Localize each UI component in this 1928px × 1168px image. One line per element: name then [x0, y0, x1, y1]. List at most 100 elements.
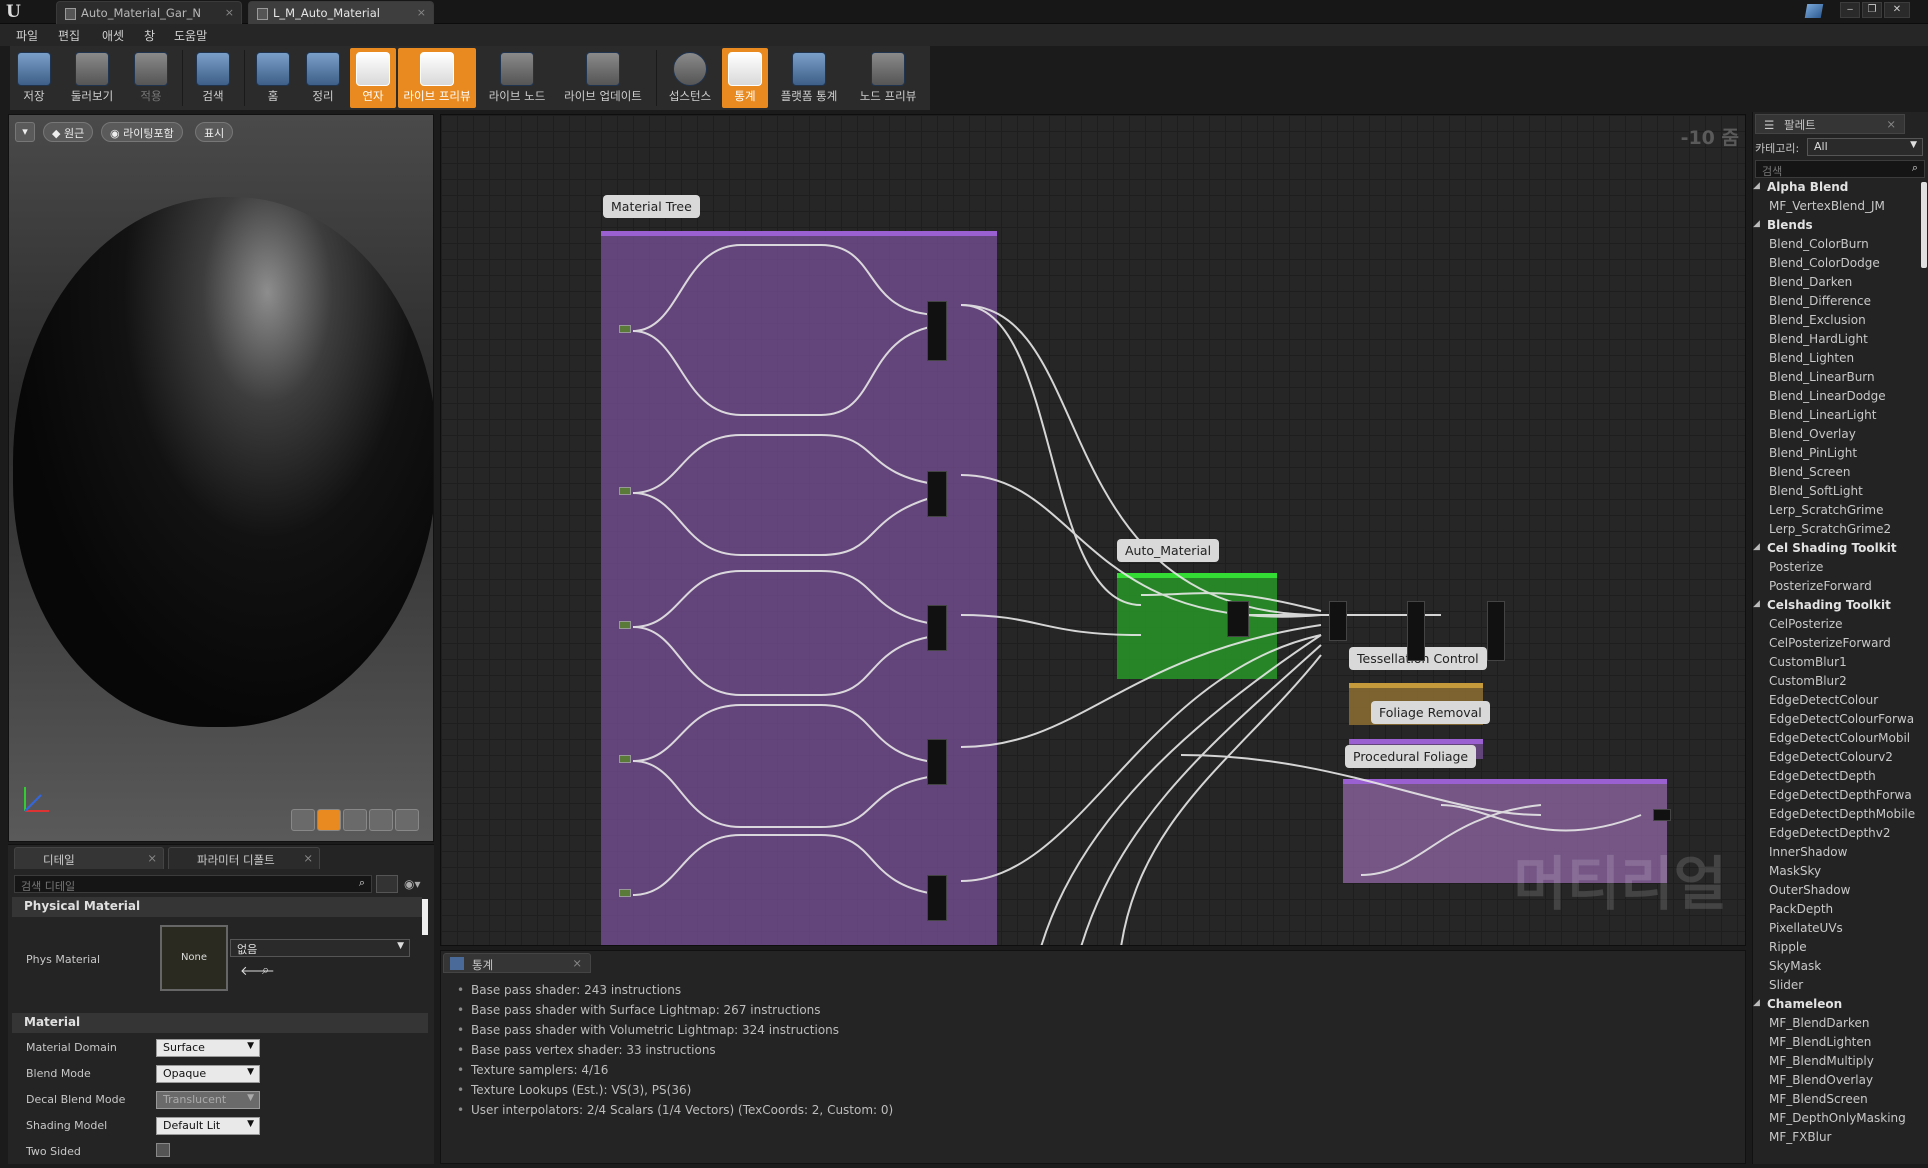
phys-material-thumbnail[interactable]: None [160, 925, 228, 991]
graph-node[interactable] [619, 487, 631, 495]
palette-item[interactable]: Lerp_ScratchGrime2 [1769, 522, 1891, 536]
material-category[interactable]: Material [12, 1013, 428, 1033]
view-options-icon[interactable] [376, 875, 398, 893]
palette-item[interactable]: MF_BlendScreen [1769, 1092, 1868, 1106]
palette-item[interactable]: SkyMask [1769, 959, 1821, 973]
tab-palette[interactable]: ☰ 팔레트 × [1755, 114, 1905, 134]
source-control-icon[interactable] [1804, 4, 1824, 18]
close-icon[interactable]: × [225, 6, 234, 19]
expand-arrow-icon[interactable]: ◢ [1753, 599, 1760, 609]
palette-item[interactable]: EdgeDetectColourMobil [1769, 731, 1910, 745]
graph-node[interactable] [619, 755, 631, 763]
tab-auto-material-gar-n[interactable]: Auto_Material_Gar_N × [56, 1, 242, 24]
palette-category[interactable]: Blends [1757, 218, 1813, 232]
palette-search-input[interactable]: 검색 ⌕ [1755, 160, 1925, 178]
live-update-button[interactable]: 라이브 업데이트 [558, 48, 648, 108]
palette-item[interactable]: PosterizeForward [1769, 579, 1872, 593]
palette-item[interactable]: Blend_Difference [1769, 294, 1871, 308]
tab-parameter-defaults[interactable]: 파라미터 디폴트 × [168, 847, 320, 869]
viewport-options-button[interactable]: ▾ [15, 122, 35, 142]
palette-item[interactable]: EdgeDetectColourForwa [1769, 712, 1914, 726]
palette-item[interactable]: Posterize [1769, 560, 1823, 574]
shading-model-dropdown[interactable]: Default Lit ▼ [156, 1117, 260, 1135]
maximize-button[interactable]: ❐ [1862, 2, 1882, 18]
lit-mode-button[interactable]: ◉ 라이팅포함 [101, 122, 183, 142]
apply-button[interactable]: 적용 [128, 48, 174, 108]
palette-item[interactable]: MF_FXBlur [1769, 1130, 1831, 1144]
close-icon[interactable]: × [147, 851, 157, 865]
close-icon[interactable]: × [417, 6, 426, 19]
menu-file[interactable]: 파일 [16, 27, 38, 44]
live-preview-button[interactable]: 라이브 프리뷰 [398, 48, 476, 108]
palette-item[interactable]: Ripple [1769, 940, 1807, 954]
palette-item[interactable]: MF_DepthOnlyMasking [1769, 1111, 1906, 1125]
comment-procedural-foliage[interactable]: Procedural Foliage [1345, 745, 1477, 768]
details-scrollbar[interactable] [422, 899, 428, 935]
use-selected-arrow-icon[interactable]: 🡐 [240, 963, 275, 979]
palette-item[interactable]: EdgeDetectDepthForwa [1769, 788, 1912, 802]
live-nodes-button[interactable]: 라이브 노드 [482, 48, 552, 108]
menu-help[interactable]: 도움말 [174, 27, 207, 44]
comment-foliage-removal[interactable]: Foliage Removal [1371, 701, 1490, 724]
palette-item[interactable]: Blend_Lighten [1769, 351, 1854, 365]
tab-stats[interactable]: 통계 × [443, 953, 591, 973]
palette-category[interactable]: Chameleon [1757, 997, 1843, 1011]
palette-item[interactable]: Blend_HardLight [1769, 332, 1868, 346]
preview-plane-icon[interactable] [343, 809, 367, 831]
graph-node[interactable] [927, 739, 947, 785]
palette-item[interactable]: EdgeDetectDepthMobile [1769, 807, 1915, 821]
palette-category[interactable]: Cel Shading Toolkit [1757, 541, 1897, 555]
palette-item[interactable]: CelPosterize [1769, 617, 1843, 631]
graph-node[interactable] [927, 301, 947, 361]
menu-asset[interactable]: 애셋 [102, 27, 124, 44]
palette-item[interactable]: Blend_ColorDodge [1769, 256, 1880, 270]
palette-item[interactable]: CustomBlur1 [1769, 655, 1847, 669]
palette-item[interactable]: Blend_LinearBurn [1769, 370, 1875, 384]
palette-item[interactable]: Lerp_ScratchGrime [1769, 503, 1883, 517]
palette-item[interactable]: MF_VertexBlend_JM [1769, 199, 1885, 213]
palette-item[interactable]: Blend_Exclusion [1769, 313, 1866, 327]
palette-item[interactable]: OuterShadow [1769, 883, 1850, 897]
palette-item[interactable]: MaskSky [1769, 864, 1821, 878]
preview-sphere-icon[interactable] [317, 809, 341, 831]
material-domain-dropdown[interactable]: Surface ▼ [156, 1039, 260, 1057]
palette-item[interactable]: PackDepth [1769, 902, 1833, 916]
graph-node[interactable] [1653, 809, 1671, 821]
palette-category[interactable]: Celshading Toolkit [1757, 598, 1891, 612]
blend-mode-dropdown[interactable]: Opaque ▼ [156, 1065, 260, 1083]
phys-material-dropdown[interactable]: 없음 ▼ [230, 939, 410, 957]
tab-details[interactable]: 디테일 × [14, 847, 164, 869]
physical-material-category[interactable]: Physical Material [12, 897, 422, 917]
material-graph[interactable]: -10 줌 Material Tree Auto_Material Tessel… [440, 114, 1746, 946]
palette-item[interactable]: EdgeDetectColourv2 [1769, 750, 1893, 764]
palette-item[interactable]: EdgeDetectDepthv2 [1769, 826, 1891, 840]
graph-node[interactable] [619, 325, 631, 333]
expand-arrow-icon[interactable]: ◢ [1753, 542, 1760, 552]
eye-icon[interactable]: ◉▾ [404, 877, 428, 891]
preview-mesh-icon[interactable] [395, 809, 419, 831]
graph-node[interactable] [1407, 601, 1425, 661]
graph-node[interactable] [619, 889, 631, 897]
palette-item[interactable]: EdgeDetectDepth [1769, 769, 1876, 783]
palette-item[interactable]: EdgeDetectColour [1769, 693, 1878, 707]
close-icon[interactable]: × [303, 851, 313, 865]
close-window-button[interactable]: ✕ [1884, 2, 1910, 18]
graph-node[interactable] [927, 875, 947, 921]
palette-item[interactable]: Blend_LinearLight [1769, 408, 1876, 422]
palette-scrollbar[interactable] [1921, 182, 1927, 268]
palette-item[interactable]: Blend_PinLight [1769, 446, 1857, 460]
expand-arrow-icon[interactable]: ◢ [1753, 181, 1760, 191]
palette-item[interactable]: CelPosterizeForward [1769, 636, 1891, 650]
palette-item[interactable]: Slider [1769, 978, 1803, 992]
preview-cube-icon[interactable] [369, 809, 393, 831]
preview-viewport[interactable]: ▾ ◆ 원근 ◉ 라이팅포함 표시 [8, 114, 434, 842]
palette-item[interactable]: InnerShadow [1769, 845, 1847, 859]
menu-edit[interactable]: 편집 [58, 27, 80, 44]
graph-node[interactable] [1487, 601, 1505, 661]
browse-button[interactable]: 둘러보기 [64, 48, 120, 108]
two-sided-checkbox[interactable] [156, 1143, 170, 1157]
palette-item[interactable]: Blend_Screen [1769, 465, 1850, 479]
palette-category[interactable]: Alpha Blend [1757, 180, 1849, 194]
palette-item[interactable]: Blend_LinearDodge [1769, 389, 1886, 403]
tab-l-m-auto-material[interactable]: L_M_Auto_Material × [248, 1, 434, 24]
